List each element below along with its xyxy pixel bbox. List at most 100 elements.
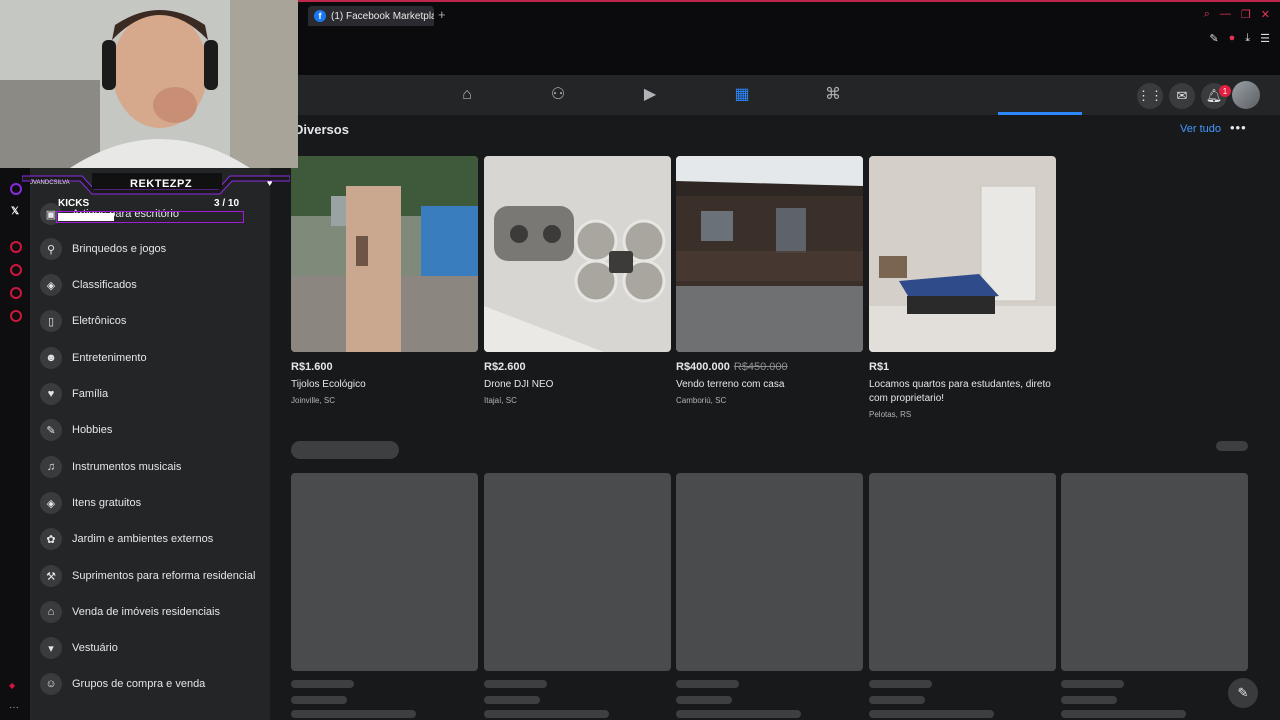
social-handle: JVANDCSILVA (30, 180, 70, 186)
listing-image[interactable] (484, 156, 671, 352)
notification-badge: 1 (1219, 85, 1231, 97)
new-message-icon[interactable]: ✎ (1228, 678, 1258, 708)
category-classifieds[interactable]: ◈ Classificados (40, 270, 137, 300)
listing-image[interactable] (869, 156, 1056, 352)
marketplace-icon[interactable]: ▦ (732, 85, 752, 105)
window-controls: ⌕ — ❐ ✕ (1204, 8, 1270, 21)
more-options-icon[interactable]: ••• (1230, 120, 1247, 135)
listing-card[interactable]: R$1.600 Tijolos Ecológico Joinville, SC (291, 156, 478, 405)
minimize-icon[interactable]: — (1220, 8, 1231, 21)
video-icon[interactable]: ▶ (640, 85, 660, 105)
messenger-icon[interactable]: ✉ (1169, 83, 1195, 109)
skeleton-line (484, 680, 547, 688)
chat-icon (10, 287, 22, 299)
category-label: Entretenimento (72, 352, 147, 364)
category-toys[interactable]: ⚲ Brinquedos e jogos (40, 234, 166, 264)
category-label: Hobbies (72, 424, 113, 436)
skeleton-line (869, 696, 925, 704)
skeleton-line (676, 680, 739, 688)
listing-card[interactable]: R$2.600 Drone DJI NEO Itajaí, SC (484, 156, 671, 405)
category-groups[interactable]: ☺ Grupos de compra e venda (40, 669, 205, 699)
avatar[interactable] (1232, 81, 1260, 109)
category-electronics[interactable]: ▯ Eletrônicos (40, 306, 126, 336)
kicks-progress-fill (58, 213, 114, 221)
listing-old-price: R$450.000 (733, 361, 788, 373)
category-label: Jardim e ambientes externos (72, 533, 214, 545)
skeleton-link (1216, 441, 1248, 451)
stream-overlay-bar: JVANDCSILVA REKTEZPZ ♥ (22, 173, 290, 195)
profile-icon[interactable]: ● (1229, 32, 1236, 45)
listing-location: Itajaí, SC (484, 396, 517, 405)
category-instruments[interactable]: ♫ Instrumentos musicais (40, 452, 181, 482)
category-garden[interactable]: ✿ Jardim e ambientes externos (40, 524, 213, 554)
listing-image[interactable] (676, 156, 863, 352)
garden-icon: ✿ (40, 528, 62, 550)
skeleton-card (869, 473, 1056, 671)
listing-price: R$2.600 (484, 361, 526, 373)
category-real-estate[interactable]: ⌂ Venda de imóveis residenciais (40, 597, 220, 627)
extensions-icon[interactable]: ✎ (1209, 32, 1218, 45)
new-tab-button[interactable]: + (438, 7, 446, 22)
kicks-progress-bar (56, 211, 244, 223)
brush-icon: ✎ (40, 419, 62, 441)
category-apparel[interactable]: ▾ Vestuário (40, 633, 118, 663)
x-icon: 𝕏 (11, 206, 20, 217)
category-label: Vestuário (72, 642, 118, 654)
heart-icon: ♥ (40, 383, 62, 405)
browser-tab[interactable]: f (1) Facebook Marketplace (308, 6, 434, 26)
marketplace-feed: Diversos Ver tudo ••• R$1.600 Tijolos Ec… (270, 115, 1280, 720)
tag-icon: ◈ (40, 274, 62, 296)
house-icon: ⌂ (40, 601, 62, 623)
skeleton-line (484, 710, 609, 718)
skeleton-card (676, 473, 863, 671)
wrench-icon: ⚒ (40, 565, 62, 587)
listing-title: Locamos quartos para estudantes, direto … (869, 379, 1051, 404)
skeleton-line (291, 680, 354, 688)
listing-price: R$400.000 (676, 361, 730, 373)
close-icon[interactable]: ✕ (1261, 8, 1270, 21)
listing-location: Pelotas, RS (869, 410, 912, 419)
gaming-icon[interactable]: ⌘ (823, 85, 843, 105)
download-icon[interactable]: ⤓ (1245, 32, 1250, 45)
category-label: Suprimentos para reforma residencial (72, 570, 256, 582)
notifications-icon[interactable]: 🔔︎ 1 (1201, 83, 1231, 109)
menu-icon[interactable]: ☰ (1260, 32, 1270, 45)
category-entertainment[interactable]: ☻ Entretenimento (40, 343, 147, 373)
home-icon[interactable]: ⌂ (457, 85, 477, 105)
restore-icon[interactable]: ❐ (1241, 8, 1251, 21)
settings-icon (10, 310, 22, 322)
category-sidebar: ▣ Artigos para escritório ⚲ Brinquedos e … (30, 165, 270, 720)
search-icon[interactable]: ⌕ (1204, 8, 1210, 21)
skeleton-line (291, 696, 347, 704)
listing-location: Joinville, SC (291, 396, 336, 405)
skeleton-card (1061, 473, 1248, 671)
friends-icon[interactable]: ⚇ (548, 85, 568, 105)
group-icon: ☺ (40, 673, 62, 695)
skeleton-heading (291, 441, 399, 459)
guitar-icon: ♫ (40, 456, 62, 478)
listing-card[interactable]: R$400.000 R$450.000 Vendo terreno com cas… (676, 156, 863, 405)
listing-card[interactable]: R$1 Locamos quartos para estudantes, dir… (869, 156, 1056, 419)
listing-title: Tijolos Ecológico (291, 379, 366, 390)
browser-toolbar: ✎ ● ⤓ ☰ (1209, 32, 1270, 45)
skeleton-card (484, 473, 671, 671)
menu-grid-icon[interactable]: ⋮⋮ (1137, 83, 1163, 109)
browser-accent-line (298, 0, 1280, 2)
category-hobbies[interactable]: ✎ Hobbies (40, 415, 112, 445)
kicks-count: 3 / 10 (214, 198, 240, 209)
category-family[interactable]: ♥ Família (40, 379, 108, 409)
phone-icon: ▯ (40, 310, 62, 332)
listing-price: R$1 (869, 361, 890, 373)
skeleton-line (291, 710, 416, 718)
listing-title: Drone DJI NEO (484, 379, 554, 390)
heart-icon: ♥ (267, 178, 273, 188)
webcam-overlay (0, 0, 298, 168)
listing-image[interactable] (291, 156, 478, 352)
listing-location: Camboriú, SC (676, 396, 727, 405)
see-all-link[interactable]: Ver tudo (1180, 123, 1221, 135)
watermark-icon: ◆ (9, 681, 16, 690)
category-free[interactable]: ◈ Itens gratuitos (40, 488, 141, 518)
category-home-improvement[interactable]: ⚒ Suprimentos para reforma residencial (40, 561, 255, 591)
people-icon: ☻ (40, 347, 62, 369)
category-label: Instrumentos musicais (72, 461, 182, 473)
